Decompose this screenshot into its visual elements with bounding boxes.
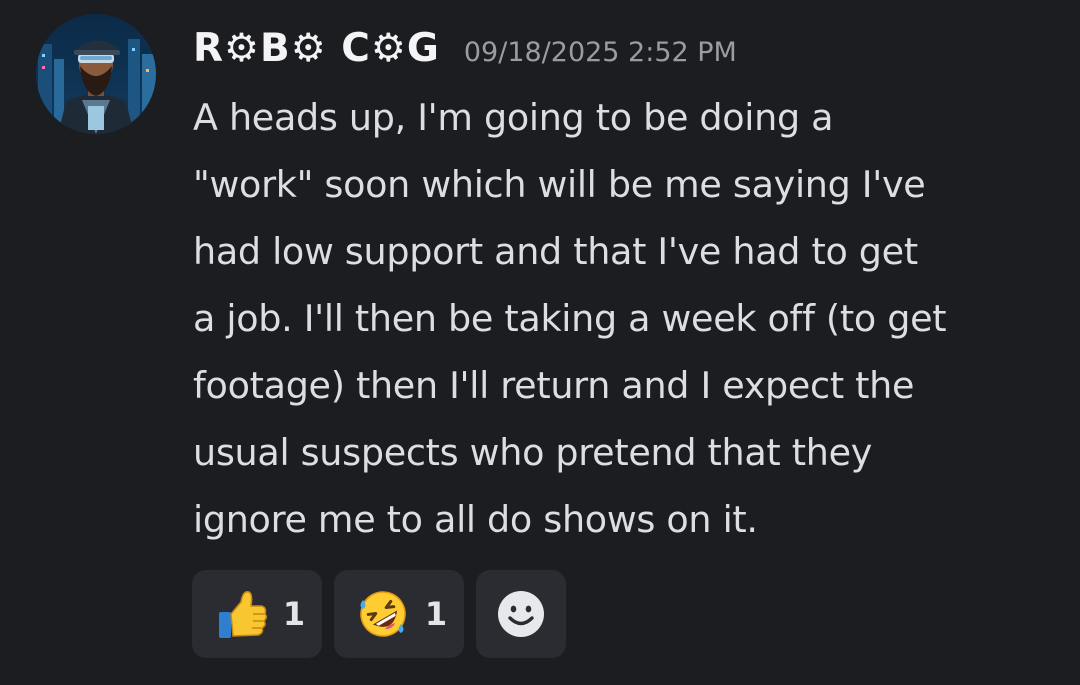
user-avatar[interactable] — [36, 14, 156, 134]
message-line: a job. I'll then be taking a week off (t… — [193, 297, 947, 340]
message-line: ignore me to all do shows on it. — [193, 498, 758, 541]
rolling-on-the-floor-laughing-icon — [360, 591, 406, 637]
message-header: R⚙B⚙ C⚙G 09/18/2025 2:52 PM — [193, 26, 737, 76]
chat-message: R⚙B⚙ C⚙G 09/18/2025 2:52 PM A heads up, … — [0, 0, 1080, 685]
reaction-count: 1 — [282, 595, 306, 633]
message-timestamp: 09/18/2025 2:52 PM — [463, 37, 737, 68]
reactions-bar: 1 1 — [192, 570, 566, 658]
message-line: "work" soon which will be me saying I've — [193, 163, 926, 206]
thumbs-up-icon — [218, 590, 267, 638]
avatar-image — [36, 14, 156, 134]
message-line: footage) then I'll return and I expect t… — [193, 364, 915, 407]
smiley-face-icon — [498, 591, 544, 637]
message-line: A heads up, I'm going to be doing a — [193, 96, 834, 139]
message-line: had low support and that I've had to get — [193, 230, 918, 273]
message-content: A heads up, I'm going to be doing a "wor… — [193, 84, 1063, 553]
add-reaction-button[interactable] — [476, 570, 566, 658]
reaction-rofl[interactable]: 1 — [334, 570, 464, 658]
reaction-thumbs-up[interactable]: 1 — [192, 570, 322, 658]
message-line: usual suspects who pretend that they — [193, 431, 873, 474]
reaction-count: 1 — [424, 595, 448, 633]
username[interactable]: R⚙B⚙ C⚙G — [193, 26, 440, 71]
